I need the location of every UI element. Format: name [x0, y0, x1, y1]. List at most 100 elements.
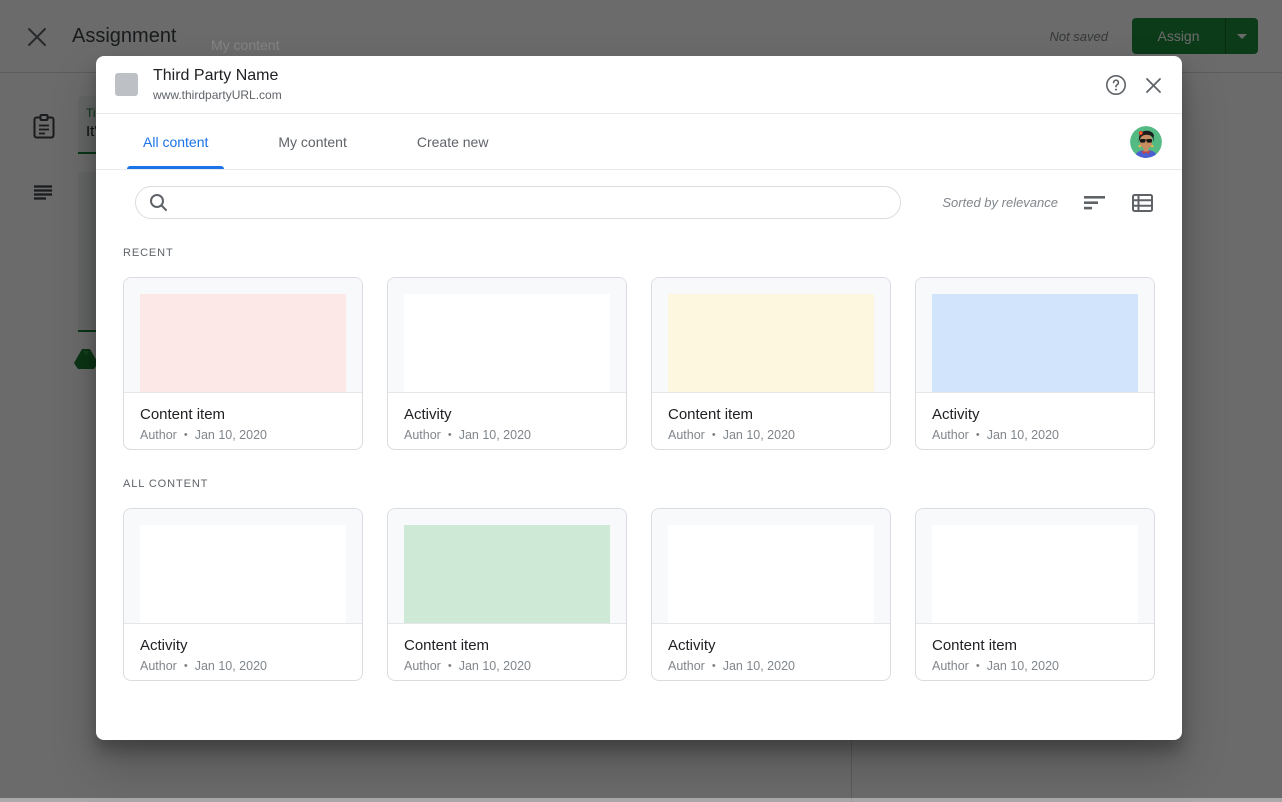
content-sections: RECENT Content item Author • Jan 10, 202…	[96, 247, 1182, 681]
card-author: Author	[404, 428, 441, 442]
card-grid: Content item Author • Jan 10, 2020 Activ…	[123, 277, 1155, 450]
card-footer: Activity Author • Jan 10, 2020	[916, 392, 1154, 442]
bottom-edge-strip	[0, 798, 1282, 802]
sort-button[interactable]	[1084, 196, 1106, 210]
card-date: Jan 10, 2020	[987, 428, 1059, 442]
help-button[interactable]	[1105, 74, 1127, 96]
provider-name: Third Party Name	[153, 67, 282, 85]
content-card[interactable]: Activity Author • Jan 10, 2020	[915, 277, 1155, 450]
card-thumbnail-area	[388, 278, 626, 392]
card-author: Author	[404, 659, 441, 673]
card-title: Content item	[404, 637, 610, 654]
card-footer: Activity Author • Jan 10, 2020	[652, 623, 890, 673]
card-meta: Author • Jan 10, 2020	[140, 659, 346, 673]
content-card[interactable]: Content item Author • Jan 10, 2020	[123, 277, 363, 450]
card-thumbnail	[668, 294, 874, 392]
card-author: Author	[932, 428, 969, 442]
card-title: Activity	[668, 637, 874, 654]
content-card[interactable]: Activity Author • Jan 10, 2020	[651, 508, 891, 681]
card-date: Jan 10, 2020	[195, 659, 267, 673]
card-thumbnail	[140, 525, 346, 623]
card-date: Jan 10, 2020	[195, 428, 267, 442]
card-meta-dot: •	[712, 660, 716, 672]
dialog-tabs: All content My content Create new	[96, 114, 1182, 170]
card-thumbnail	[668, 525, 874, 623]
card-author: Author	[140, 428, 177, 442]
card-footer: Content item Author • Jan 10, 2020	[388, 623, 626, 673]
content-card[interactable]: Content item Author • Jan 10, 2020	[387, 508, 627, 681]
card-footer: Content item Author • Jan 10, 2020	[124, 392, 362, 442]
tab-my-content[interactable]: My content	[262, 114, 362, 169]
card-date: Jan 10, 2020	[459, 428, 531, 442]
card-meta-dot: •	[976, 660, 980, 672]
card-meta-dot: •	[448, 429, 452, 441]
card-footer: Activity Author • Jan 10, 2020	[124, 623, 362, 673]
card-thumbnail-area	[652, 509, 890, 623]
card-author: Author	[140, 659, 177, 673]
card-date: Jan 10, 2020	[723, 428, 795, 442]
card-meta: Author • Jan 10, 2020	[932, 659, 1138, 673]
dialog-toolbar: Sorted by relevance	[96, 186, 1182, 219]
content-card[interactable]: Activity Author • Jan 10, 2020	[123, 508, 363, 681]
card-date: Jan 10, 2020	[723, 659, 795, 673]
card-title: Content item	[668, 406, 874, 423]
list-view-button[interactable]	[1132, 194, 1153, 212]
card-title: Activity	[404, 406, 610, 423]
dialog-header: Third Party Name www.thirdpartyURL.com	[96, 56, 1182, 114]
card-author: Author	[668, 659, 705, 673]
card-thumbnail-area	[916, 509, 1154, 623]
card-grid: Activity Author • Jan 10, 2020 Content i…	[123, 508, 1155, 681]
search-input[interactable]	[177, 187, 900, 218]
card-date: Jan 10, 2020	[459, 659, 531, 673]
tab-create-new[interactable]: Create new	[401, 114, 505, 169]
card-meta-dot: •	[184, 429, 188, 441]
card-meta: Author • Jan 10, 2020	[404, 428, 610, 442]
card-thumbnail-area	[124, 509, 362, 623]
third-party-picker-dialog: Third Party Name www.thirdpartyURL.com A…	[96, 56, 1182, 740]
card-meta-dot: •	[976, 429, 980, 441]
card-thumbnail-area	[124, 278, 362, 392]
card-thumbnail	[140, 294, 346, 392]
card-thumbnail	[404, 525, 610, 623]
provider-info: Third Party Name www.thirdpartyURL.com	[153, 67, 282, 102]
card-thumbnail-area	[652, 278, 890, 392]
card-meta: Author • Jan 10, 2020	[140, 428, 346, 442]
card-meta-dot: •	[712, 429, 716, 441]
sort-status-text: Sorted by relevance	[942, 195, 1058, 210]
user-avatar[interactable]	[1130, 126, 1162, 158]
card-title: Content item	[932, 637, 1138, 654]
content-card[interactable]: Activity Author • Jan 10, 2020	[387, 277, 627, 450]
close-dialog-button[interactable]	[1145, 77, 1162, 94]
section-label: ALL CONTENT	[123, 478, 1155, 490]
content-section: RECENT Content item Author • Jan 10, 202…	[123, 247, 1155, 450]
card-thumbnail	[404, 294, 610, 392]
card-thumbnail-area	[916, 278, 1154, 392]
card-title: Activity	[140, 637, 346, 654]
card-footer: Activity Author • Jan 10, 2020	[388, 392, 626, 442]
card-footer: Content item Author • Jan 10, 2020	[916, 623, 1154, 673]
card-meta: Author • Jan 10, 2020	[404, 659, 610, 673]
card-thumbnail-area	[388, 509, 626, 623]
tab-all-content[interactable]: All content	[127, 114, 224, 169]
search-icon	[149, 193, 168, 212]
card-meta: Author • Jan 10, 2020	[932, 428, 1138, 442]
card-meta: Author • Jan 10, 2020	[668, 659, 874, 673]
provider-url: www.thirdpartyURL.com	[153, 88, 282, 102]
card-footer: Content item Author • Jan 10, 2020	[652, 392, 890, 442]
content-section: ALL CONTENT Activity Author • Jan 10, 20…	[123, 478, 1155, 681]
card-meta: Author • Jan 10, 2020	[668, 428, 874, 442]
content-card[interactable]: Content item Author • Jan 10, 2020	[651, 277, 891, 450]
ghost-tab-text: My content	[211, 37, 279, 53]
card-author: Author	[668, 428, 705, 442]
card-date: Jan 10, 2020	[987, 659, 1059, 673]
card-thumbnail	[932, 294, 1138, 392]
card-meta-dot: •	[184, 660, 188, 672]
content-card[interactable]: Content item Author • Jan 10, 2020	[915, 508, 1155, 681]
card-meta-dot: •	[448, 660, 452, 672]
card-title: Content item	[140, 406, 346, 423]
search-box[interactable]	[135, 186, 901, 219]
card-title: Activity	[932, 406, 1138, 423]
card-thumbnail	[932, 525, 1138, 623]
third-party-logo	[115, 73, 138, 96]
section-label: RECENT	[123, 247, 1155, 259]
